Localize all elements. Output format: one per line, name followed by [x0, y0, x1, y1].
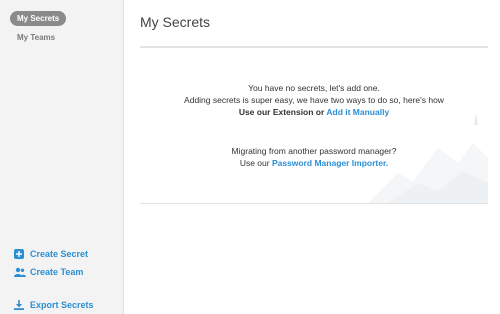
- export-secrets-button[interactable]: Export Secrets: [14, 298, 94, 312]
- use-extension-text: Use our Extension or: [238, 107, 327, 117]
- create-team-label: Create Team: [30, 267, 84, 277]
- sidebar-item-my-teams[interactable]: My Teams: [10, 30, 62, 45]
- add-manually-link[interactable]: Add it Manually: [326, 107, 389, 117]
- plus-square-icon: [14, 249, 24, 259]
- main-content: My Secrets You have no secrets, let's ad…: [124, 0, 500, 314]
- users-icon: [14, 267, 26, 277]
- sidebar-item-my-secrets[interactable]: My Secrets: [10, 11, 67, 26]
- download-icon: [14, 300, 24, 310]
- export-secrets-label: Export Secrets: [30, 300, 94, 310]
- create-team-button[interactable]: Create Team: [14, 265, 83, 279]
- empty-message-line3: Use our Extension or Add it Manually: [140, 106, 488, 118]
- create-secret-label: Create Secret: [30, 249, 89, 259]
- empty-state-panel: You have no secrets, let's add one. Addi…: [140, 48, 488, 203]
- page-title: My Secrets: [140, 14, 211, 30]
- migrate-message-line2: Use our Password Manager Importer.: [140, 157, 488, 169]
- sidebar: My Secrets My Teams Create Secret Create…: [0, 0, 124, 314]
- empty-message-line1: You have no secrets, let's add one.: [248, 83, 380, 93]
- use-our-text: Use our: [239, 158, 272, 168]
- divider-bottom: [140, 203, 488, 204]
- empty-message-line2: Adding secrets is super easy, we have tw…: [184, 95, 444, 105]
- migrate-message-line1: Migrating from another password manager?: [231, 146, 397, 156]
- password-importer-link[interactable]: Password Manager Importer.: [272, 158, 388, 168]
- create-secret-button[interactable]: Create Secret: [14, 247, 88, 261]
